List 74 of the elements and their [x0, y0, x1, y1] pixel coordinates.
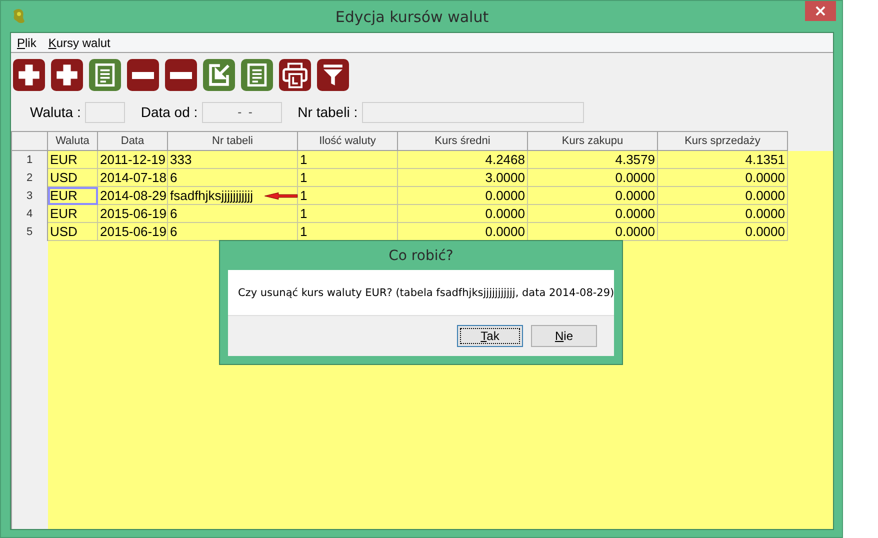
- column-header[interactable]: Nr tabeli: [168, 131, 298, 151]
- menu-item[interactable]: Plik: [16, 36, 38, 50]
- table-cell[interactable]: 6: [168, 169, 298, 187]
- table-cell[interactable]: 4.1351: [658, 151, 788, 169]
- table-cell[interactable]: fsadfhjksjjjjjjjjjjj: [168, 187, 298, 205]
- table-cell[interactable]: 0.0000: [658, 169, 788, 187]
- table-cell[interactable]: 6: [168, 223, 298, 241]
- menu-item[interactable]: Kursy walut: [47, 36, 112, 50]
- table-cell[interactable]: USD: [48, 169, 98, 187]
- dialog-message: Czy usunąć kurs waluty EUR? (tabela fsadfhjksjjjjjjjjjjj, data 2014-08-29): [228, 270, 614, 315]
- table-cell[interactable]: 4.3579: [528, 151, 658, 169]
- column-header[interactable]: Kurs zakupu: [528, 131, 658, 151]
- table-cell[interactable]: 2015-06-19: [98, 223, 168, 241]
- table-cell[interactable]: 2011-12-19: [98, 151, 168, 169]
- input-field[interactable]: [84, 102, 125, 122]
- document-button[interactable]: [241, 59, 273, 91]
- table-cell[interactable]: 2014-07-18: [98, 169, 168, 187]
- row-number: 5: [11, 223, 48, 241]
- row-number: 3: [11, 187, 48, 205]
- plus-button[interactable]: [13, 59, 45, 91]
- row-number: 4: [11, 205, 48, 223]
- table-cell[interactable]: 0.0000: [528, 223, 658, 241]
- table-cell[interactable]: 1: [298, 205, 398, 223]
- minus-button[interactable]: [127, 59, 159, 91]
- table-cell[interactable]: 0.0000: [528, 205, 658, 223]
- export-button[interactable]: [203, 59, 235, 91]
- field-label: Nr tabeli :: [298, 104, 358, 120]
- table-cell[interactable]: EUR: [48, 151, 98, 169]
- field-label: Waluta :: [30, 104, 81, 120]
- table-cell[interactable]: EUR: [48, 205, 98, 223]
- window-title: Edycja kursów walut: [334, 8, 490, 26]
- table-cell[interactable]: 3.0000: [398, 169, 528, 187]
- plus-button[interactable]: [51, 59, 83, 91]
- minus-icon: [170, 72, 192, 78]
- table-cell[interactable]: USD: [48, 223, 98, 241]
- column-header[interactable]: Data: [98, 131, 168, 151]
- column-header[interactable]: Kurs średni: [398, 131, 528, 151]
- row-number: 1: [11, 151, 48, 169]
- app-icon: [12, 8, 26, 24]
- annotation-arrow: [264, 190, 298, 202]
- document-button[interactable]: [89, 59, 121, 91]
- field-label: Data od :: [140, 104, 198, 120]
- table-cell[interactable]: EUR: [48, 187, 98, 205]
- input-field[interactable]: - -: [202, 102, 282, 122]
- table-cell[interactable]: 2014-08-29: [98, 187, 168, 205]
- table-cell[interactable]: 1: [298, 187, 398, 205]
- minus-icon: [132, 72, 154, 78]
- dialog-button[interactable]: Tak: [457, 325, 523, 347]
- table-cell[interactable]: 1: [298, 223, 398, 241]
- table-cell[interactable]: 6: [168, 205, 298, 223]
- table-cell[interactable]: 333: [168, 151, 298, 169]
- filter-button[interactable]: [317, 59, 349, 91]
- print-button[interactable]: [279, 59, 311, 91]
- table-cell[interactable]: 0.0000: [528, 187, 658, 205]
- table-cell[interactable]: 0.0000: [658, 205, 788, 223]
- column-header[interactable]: Waluta: [48, 131, 98, 151]
- table-cell[interactable]: 0.0000: [658, 223, 788, 241]
- table-cell[interactable]: 2015-06-19: [98, 205, 168, 223]
- column-header[interactable]: Ilość waluty: [298, 131, 398, 151]
- minus-button[interactable]: [165, 59, 197, 91]
- row-number: 2: [11, 169, 48, 187]
- close-button[interactable]: ×: [805, 1, 836, 21]
- table-cell[interactable]: 4.2468: [398, 151, 528, 169]
- dialog-button[interactable]: Nie: [531, 325, 597, 347]
- dialog-title: Co robić?: [388, 246, 454, 266]
- table-cell[interactable]: 1: [298, 151, 398, 169]
- table-cell[interactable]: 0.0000: [398, 205, 528, 223]
- table-cell[interactable]: 0.0000: [658, 187, 788, 205]
- table-cell[interactable]: 1: [298, 169, 398, 187]
- table-cell[interactable]: 0.0000: [528, 169, 658, 187]
- input-field[interactable]: [362, 102, 584, 122]
- column-header[interactable]: Kurs sprzedaży: [658, 131, 788, 151]
- table-cell[interactable]: 0.0000: [398, 223, 528, 241]
- table-cell[interactable]: 0.0000: [398, 187, 528, 205]
